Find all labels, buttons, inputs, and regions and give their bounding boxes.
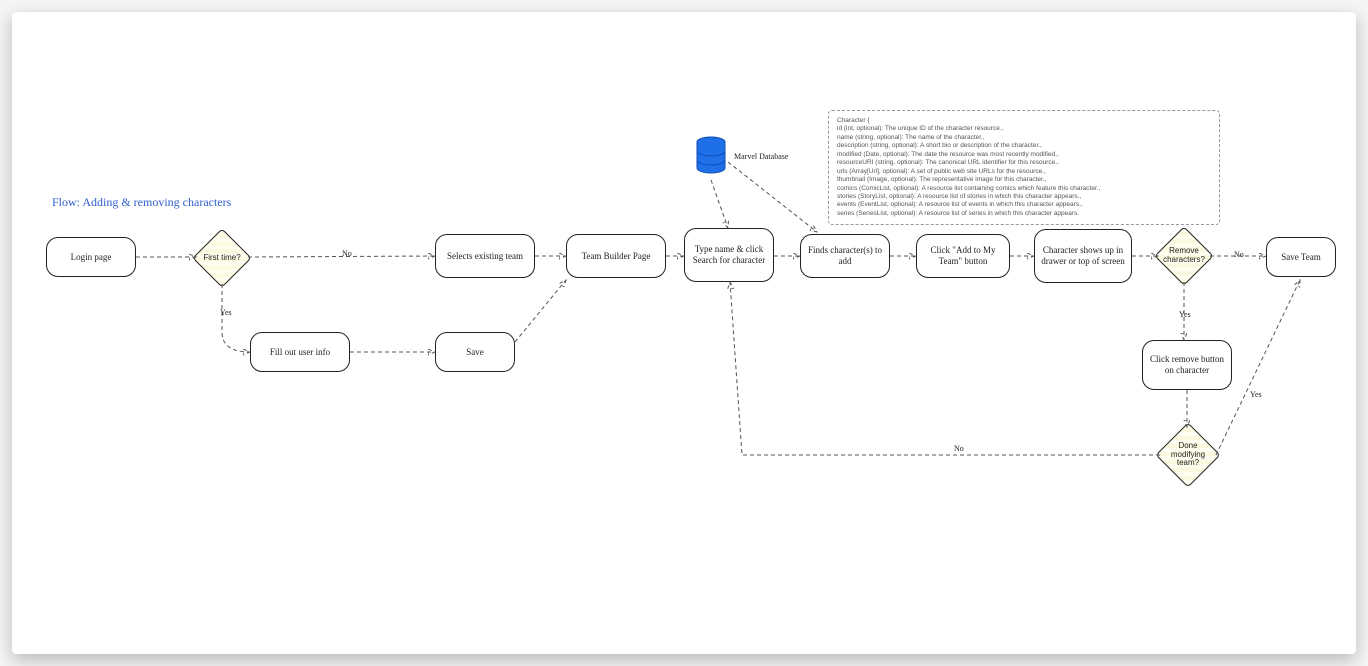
node-save-user: Save [435,332,515,372]
node-add-btn: Click "Add to My Team" button [916,234,1010,278]
flow-title: Flow: Adding & removing characters [52,195,231,210]
label-no-3: No [952,444,966,453]
decision-done-label: Done modifying team? [1160,442,1216,468]
schema-line: resourceURI (string, optional): The cano… [837,159,1211,167]
node-save-team: Save Team [1266,237,1336,277]
node-char-shows: Character shows up in drawer or top of s… [1034,229,1132,283]
schema-line: comics (ComicList, optional): A resource… [837,185,1211,193]
node-search: Type name & click Search for character [684,228,774,282]
schema-line: events (EventList, optional): A resource… [837,201,1211,209]
node-click-remove: Click remove button on character [1142,340,1232,390]
database-icon [695,136,727,178]
schema-line: modified (Date, optional): The date the … [837,151,1211,159]
schema-line: Character { [837,117,1211,125]
schema-box: Character {id (int, optional): The uniqu… [828,110,1220,225]
decision-remove-label: Remove characters? [1158,247,1210,265]
decision-remove: Remove characters? [1158,230,1210,282]
schema-line: description (string, optional): A short … [837,142,1211,150]
schema-line: id (int, optional): The unique ID of the… [837,125,1211,133]
label-yes-1: Yes [218,308,234,317]
schema-line: thumbnail (Image, optional): The represe… [837,176,1211,184]
arrows-layer [12,12,1356,654]
node-select-team: Selects existing team [435,234,535,278]
node-login: Login page [46,237,136,277]
decision-first-time: First time? [196,232,248,284]
label-no-1: No [340,249,354,258]
decision-first-time-label: First time? [201,254,242,263]
schema-line: stories (StoryList, optional): A resourc… [837,193,1211,201]
schema-line: series (SeriesList, optional): A resourc… [837,210,1211,218]
schema-line: urls (Array[Url], optional): A set of pu… [837,168,1211,176]
database-label: Marvel Database [734,152,788,161]
label-yes-2: Yes [1177,310,1193,319]
node-team-builder: Team Builder Page [566,234,666,278]
decision-done: Done modifying team? [1160,427,1216,483]
label-yes-3: Yes [1248,390,1264,399]
diagram-canvas: Flow: Adding & removing characters Marve… [12,12,1356,654]
node-fill-info: Fill out user info [250,332,350,372]
label-no-2: No [1232,250,1246,259]
schema-line: name (string, optional): The name of the… [837,134,1211,142]
node-finds: Finds character(s) to add [800,234,890,278]
